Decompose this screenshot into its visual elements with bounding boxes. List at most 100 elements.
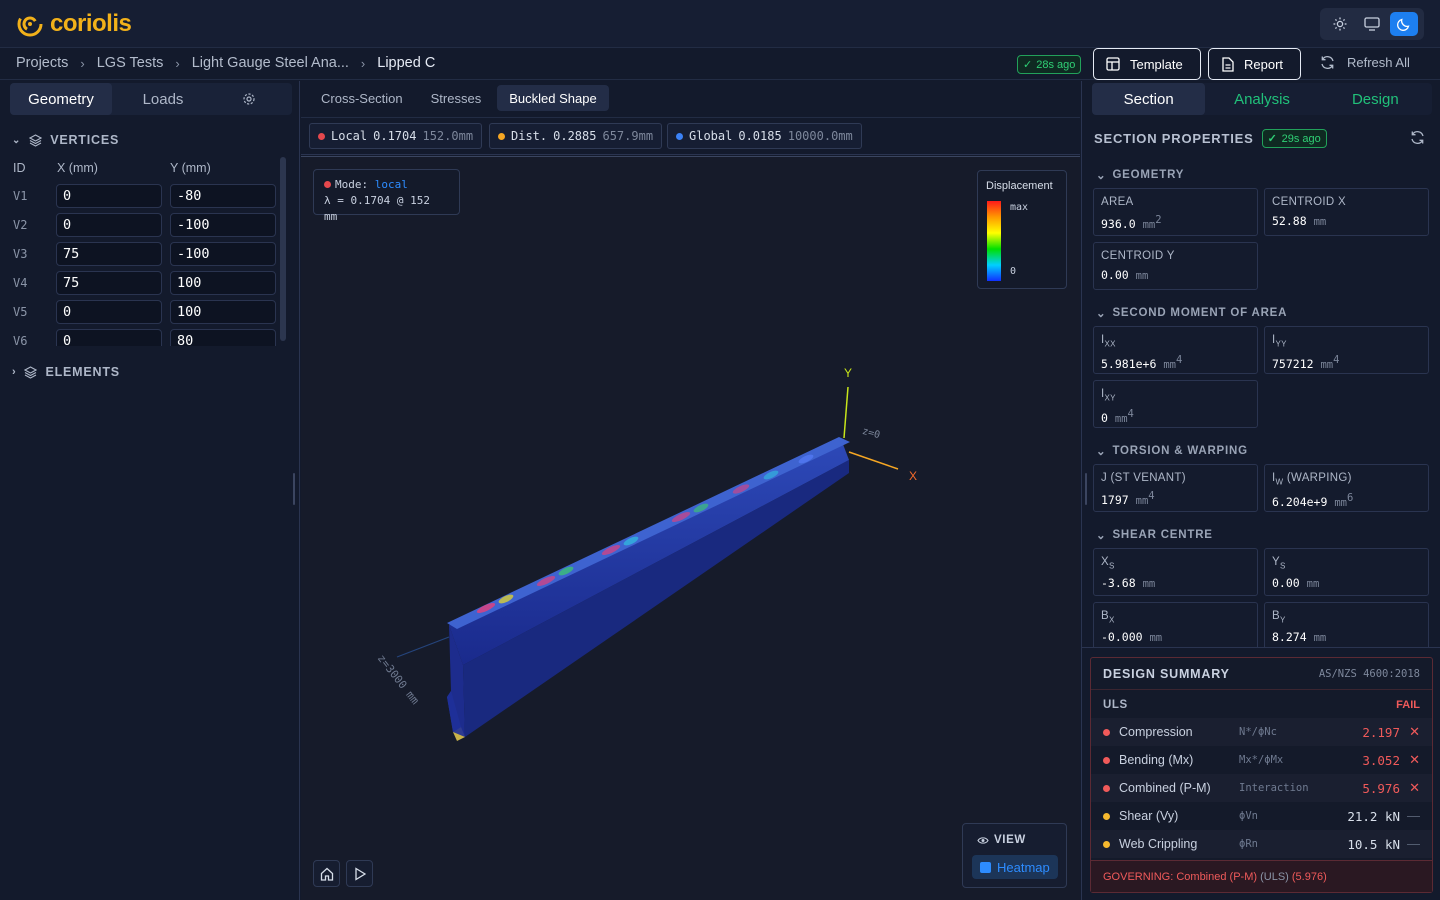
- app-logo[interactable]: coriolis: [16, 10, 132, 38]
- template-button[interactable]: Template: [1093, 48, 1201, 80]
- tab-cross-section[interactable]: Cross-Section: [309, 85, 415, 111]
- tab-loads[interactable]: Loads: [112, 83, 214, 115]
- bx-label: BX: [1101, 610, 1115, 625]
- dash-icon: —: [1407, 808, 1420, 823]
- right-tabs: Section Analysis Design: [1092, 83, 1432, 115]
- vertices-scrollbar[interactable]: [280, 157, 286, 341]
- left-resize-handle[interactable]: [293, 473, 295, 505]
- mode-chip-global[interactable]: Global 0.0185 10000.0mm: [667, 123, 862, 149]
- tab-geometry[interactable]: Geometry: [10, 83, 112, 115]
- vertex-y-input[interactable]: -100: [170, 242, 276, 266]
- mode-value: 0.1704: [373, 129, 417, 143]
- elements-section-header[interactable]: › ELEMENTS: [12, 365, 120, 379]
- layers-icon: [24, 365, 38, 379]
- refresh-icon: [1321, 56, 1334, 69]
- play-animation-button[interactable]: [346, 860, 373, 887]
- dark-theme-button[interactable]: [1390, 12, 1418, 36]
- vertex-id: V1: [13, 189, 28, 203]
- monitor-icon: [1364, 17, 1380, 31]
- z-axis-line: [396, 636, 450, 658]
- geometry-subheader[interactable]: ⌄ GEOMETRY: [1096, 168, 1184, 182]
- fail-dot: [1103, 729, 1110, 736]
- global-dot: [676, 132, 683, 140]
- list-item[interactable]: Web Crippling ϕRn 10.5 kN —: [1091, 830, 1432, 858]
- vertex-x-input[interactable]: 75: [56, 242, 162, 266]
- by-value: 8.274: [1272, 630, 1307, 645]
- elements-title: ELEMENTS: [45, 365, 120, 379]
- buckled-beam-render: [396, 386, 899, 741]
- torsion-subheader[interactable]: ⌄ TORSION & WARPING: [1096, 444, 1248, 458]
- check-name: Compression: [1119, 725, 1193, 739]
- design-summary-title: DESIGN SUMMARY: [1103, 667, 1230, 681]
- vertex-x-input[interactable]: 0: [56, 300, 162, 324]
- ixx-unit: mm: [1163, 359, 1176, 372]
- tab-buckled-shape[interactable]: Buckled Shape: [497, 85, 609, 111]
- light-theme-button[interactable]: [1326, 12, 1354, 36]
- vertex-x-input[interactable]: 0: [56, 329, 162, 346]
- mode-length: 10000.0mm: [787, 129, 853, 143]
- 3d-viewport[interactable]: Mode: local λ = 0.1704 @ 152 mm Displace…: [301, 156, 1080, 900]
- ys-card: YS 0.00 mm: [1264, 548, 1429, 596]
- breadcrumb-current: Lipped C: [377, 55, 436, 71]
- x-axis-line: [848, 451, 899, 470]
- refresh-icon[interactable]: [1410, 130, 1425, 145]
- shear-subheader[interactable]: ⌄ SHEAR CENTRE: [1096, 528, 1213, 542]
- report-button-label: Report: [1244, 56, 1284, 72]
- breadcrumb-projects[interactable]: Projects: [16, 55, 68, 71]
- mode-name: Dist.: [511, 129, 548, 143]
- j-unit: mm: [1135, 494, 1149, 507]
- home-view-button[interactable]: [313, 860, 340, 887]
- report-button[interactable]: Report: [1208, 48, 1301, 80]
- check-value: 21.2 kN: [1347, 809, 1400, 824]
- iw-value: 6.204e+9: [1272, 495, 1328, 510]
- view-options: VIEW Heatmap: [962, 823, 1067, 888]
- list-item[interactable]: Compression N*/ϕNc 2.197 ✕: [1091, 718, 1432, 746]
- design-summary: DESIGN SUMMARY AS/NZS 4600:2018 ULS FAIL…: [1090, 657, 1433, 893]
- iw-card: IW (WARPING) 6.204e+9 mm6: [1264, 464, 1429, 512]
- centroid-y-value: 0.00: [1101, 268, 1129, 282]
- top-bar: coriolis: [0, 0, 1440, 48]
- by-label: BY: [1272, 610, 1286, 625]
- table-row: V6 0 80: [0, 329, 280, 346]
- vertex-x-input[interactable]: 0: [56, 184, 162, 208]
- mode-chip-distortional[interactable]: Dist. 0.2885 657.9mm: [489, 123, 663, 149]
- vertex-y-input[interactable]: 100: [170, 300, 276, 324]
- mode-chip-local[interactable]: Local 0.1704 152.0mm: [309, 123, 483, 149]
- breadcrumb-lgs-tests[interactable]: LGS Tests: [97, 55, 164, 71]
- bx-unit: mm: [1149, 632, 1163, 645]
- vertex-id: V5: [13, 305, 28, 319]
- list-item[interactable]: Combined (P-M) Interaction 5.976 ✕: [1091, 774, 1432, 802]
- section-updated-badge: ✓ 29s ago: [1261, 129, 1327, 148]
- settings-button[interactable]: [238, 83, 260, 115]
- design-summary-header: DESIGN SUMMARY AS/NZS 4600:2018: [1091, 658, 1432, 690]
- uls-label: ULS: [1103, 699, 1128, 711]
- chevron-down-icon: ⌄: [12, 134, 22, 146]
- col-y: Y (mm): [170, 161, 211, 175]
- vertices-section-header[interactable]: ⌄ VERTICES: [12, 133, 119, 147]
- refresh-all-button[interactable]: Refresh All: [1320, 55, 1410, 70]
- breadcrumb-analysis[interactable]: Light Gauge Steel Ana...: [192, 55, 349, 71]
- heatmap-toggle[interactable]: Heatmap: [972, 855, 1058, 879]
- tab-analysis[interactable]: Analysis: [1205, 83, 1318, 115]
- vertex-y-input[interactable]: 100: [170, 271, 276, 295]
- vertex-y-input[interactable]: -100: [170, 213, 276, 237]
- moment-subheader[interactable]: ⌄ SECOND MOMENT OF AREA: [1096, 306, 1287, 320]
- list-item[interactable]: Shear (Vy) ϕVn 21.2 kN —: [1091, 802, 1432, 830]
- system-theme-button[interactable]: [1358, 12, 1386, 36]
- list-item[interactable]: Bending (Mx) Mx*/ϕMx 3.052 ✕: [1091, 746, 1432, 774]
- vertex-y-input[interactable]: -80: [170, 184, 276, 208]
- check-value: 2.197: [1362, 725, 1400, 740]
- vertex-y-input[interactable]: 80: [170, 329, 276, 346]
- tab-section[interactable]: Section: [1092, 83, 1206, 115]
- mode-length: 657.9mm: [602, 129, 654, 143]
- centroid-x-label: CENTROID X: [1272, 196, 1346, 208]
- shear-subtitle: SHEAR CENTRE: [1112, 529, 1213, 541]
- centroid-y-card: CENTROID Y 0.00 mm: [1093, 242, 1258, 290]
- vertex-x-input[interactable]: 75: [56, 271, 162, 295]
- mode-value: 0.2885: [553, 129, 597, 143]
- tab-design[interactable]: Design: [1319, 83, 1432, 115]
- dash-icon: —: [1407, 836, 1420, 851]
- vertex-x-input[interactable]: 0: [56, 213, 162, 237]
- tab-stresses[interactable]: Stresses: [419, 85, 494, 111]
- check-equation: Mx*/ϕMx: [1239, 754, 1284, 766]
